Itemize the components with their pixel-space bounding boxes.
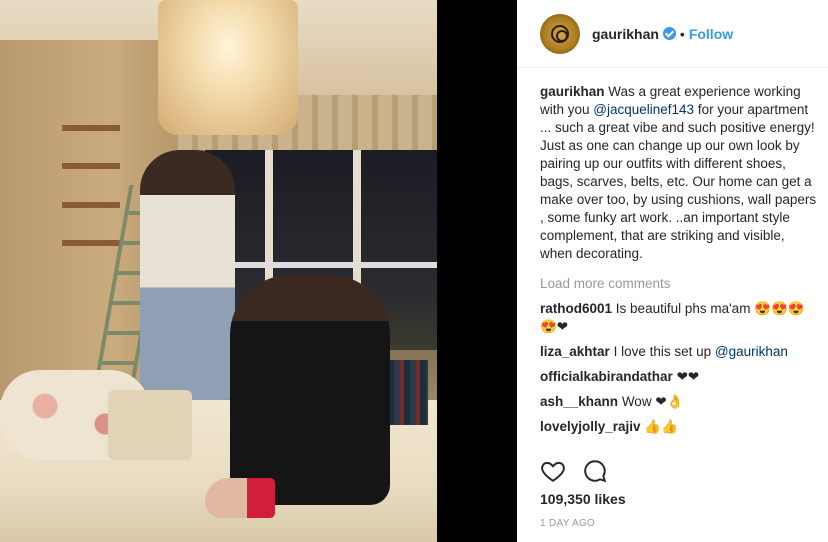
load-more-comments-button[interactable]: Load more comments xyxy=(540,275,820,293)
wall-shelf xyxy=(62,163,120,169)
header-username[interactable]: gaurikhan xyxy=(592,26,659,42)
balcony-rail xyxy=(205,262,437,268)
comment-mention-link[interactable]: @gaurikhan xyxy=(715,344,788,359)
wall-shelf xyxy=(62,240,120,246)
comment-username[interactable]: ash__khann xyxy=(540,394,618,409)
comment-username[interactable]: liza_akhtar xyxy=(540,344,610,359)
caption-mention-link[interactable]: @jacquelinef143 xyxy=(593,102,694,117)
person-standing xyxy=(140,150,235,400)
comment-text: ❤❤ xyxy=(676,369,700,384)
comment-text: 👍👍 xyxy=(644,419,678,434)
comment-item: lovelyjolly_rajiv 👍👍 xyxy=(540,418,820,436)
comment-text: I love this set up xyxy=(613,344,715,359)
comment-text: Wow ❤👌 xyxy=(621,394,684,409)
instagram-post-view: gaurikhan • Follow gaurikhan Was a great… xyxy=(0,0,828,542)
comment-username[interactable]: lovelyjolly_rajiv xyxy=(540,419,641,434)
pendant-lamp xyxy=(158,0,298,135)
caption-paragraph-2: Just as one can change up our own look b… xyxy=(540,138,817,261)
avatar[interactable] xyxy=(540,13,580,54)
post-photo[interactable] xyxy=(0,0,437,542)
comment-item: officialkabirandathar ❤❤ xyxy=(540,368,820,386)
likes-count[interactable]: 109,350 likes xyxy=(540,491,626,507)
post-timestamp[interactable]: 1 DAY AGO xyxy=(540,518,595,529)
separator-dot: • xyxy=(679,25,685,42)
comment-username[interactable]: officialkabirandathar xyxy=(540,369,673,384)
heeled-shoe xyxy=(205,478,275,518)
comment-item: rathod6001 Is beautiful phs ma'am 😍😍😍😍❤ xyxy=(540,300,820,336)
wall-shelf xyxy=(62,202,120,208)
follow-button[interactable]: Follow xyxy=(689,26,733,42)
footstool xyxy=(108,390,192,460)
verified-badge-icon xyxy=(662,27,676,40)
comment-icon[interactable] xyxy=(582,458,608,484)
post-caption: gaurikhan Was a great experience working… xyxy=(540,83,820,263)
comment-item: ash__khann Wow ❤👌 xyxy=(540,393,820,411)
comment-username[interactable]: rathod6001 xyxy=(540,301,612,316)
wall-shelf xyxy=(62,125,120,131)
heart-icon[interactable] xyxy=(540,458,566,484)
post-actions xyxy=(540,458,624,484)
avatar-logo-icon xyxy=(551,24,569,43)
post-side-panel: gaurikhan • Follow gaurikhan Was a great… xyxy=(517,0,828,542)
comment-item: liza_akhtar I love this set up @gaurikha… xyxy=(540,343,820,361)
caption-username[interactable]: gaurikhan xyxy=(540,84,605,99)
person-seated xyxy=(230,275,390,505)
comments-list: gaurikhan Was a great experience working… xyxy=(540,83,820,436)
post-header: gaurikhan • Follow xyxy=(517,0,828,68)
